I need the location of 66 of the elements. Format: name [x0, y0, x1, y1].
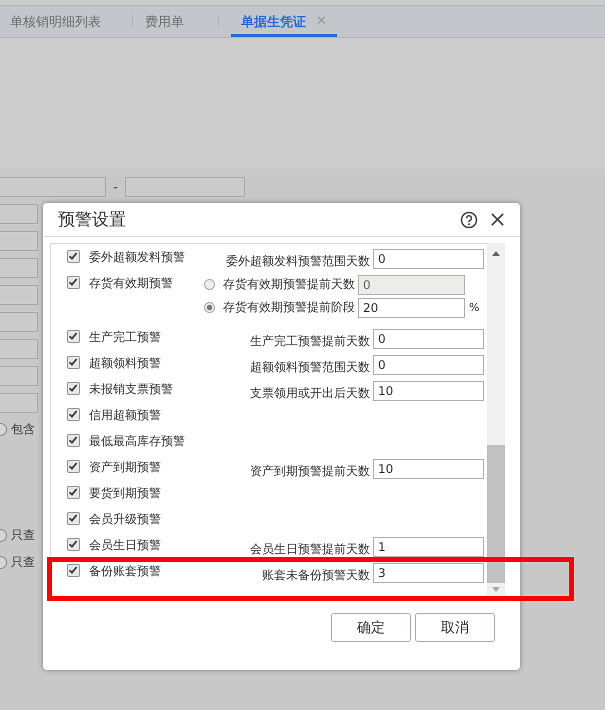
input-field[interactable]	[0, 231, 38, 251]
input-field[interactable]	[0, 258, 38, 278]
checkbox-label: 资产到期预警	[89, 459, 161, 476]
input-field[interactable]: 3	[373, 563, 484, 583]
dialog-button[interactable]: 确定	[331, 613, 411, 642]
checkbox-label: 要货到期预警	[89, 485, 161, 502]
input-field[interactable]	[0, 312, 38, 332]
unit-label: %	[469, 301, 480, 314]
field-label: 生产完工预警提前天数	[250, 333, 370, 350]
checkbox[interactable]	[67, 512, 80, 525]
checkbox[interactable]	[67, 460, 80, 473]
checkbox-label: 只查	[11, 554, 35, 571]
checkbox-label: 最低最高库存预警	[89, 433, 185, 450]
checkbox-label: 会员生日预警	[89, 537, 161, 554]
checkbox-label: 生产完工预警	[89, 329, 161, 346]
input-field[interactable]	[0, 285, 38, 305]
field-label: 支票领用或开出后天数	[250, 385, 370, 402]
checkbox-label: 信用超额预警	[89, 407, 161, 424]
checkbox[interactable]	[67, 564, 80, 577]
input-field[interactable]: 20	[358, 298, 465, 318]
range-separator: -	[112, 180, 119, 194]
input-field[interactable]: 0	[373, 355, 484, 375]
input-field[interactable]	[125, 177, 245, 197]
field-label: 委外超额发料预警范围天数	[226, 253, 370, 270]
input-field[interactable]: 0	[373, 329, 484, 349]
checkbox[interactable]	[67, 356, 80, 369]
checkbox-label: 未报销支票预警	[89, 381, 173, 398]
checkbox[interactable]	[67, 330, 80, 343]
field-label: 资产到期预警提前天数	[250, 463, 370, 480]
input-field[interactable]	[0, 339, 38, 359]
help-icon[interactable]	[460, 210, 478, 228]
checkbox-label: 超额领料预警	[89, 355, 161, 372]
radio-button[interactable]	[204, 279, 215, 290]
input-field[interactable]: 10	[373, 381, 484, 401]
input-field[interactable]	[0, 204, 38, 224]
radio-label: 存货有效期预警提前天数	[223, 276, 355, 293]
dialog-button[interactable]: 取消	[415, 613, 495, 642]
checkbox[interactable]	[67, 434, 80, 447]
input-field[interactable]: 10	[373, 459, 484, 479]
checkbox[interactable]	[67, 276, 80, 289]
checkbox[interactable]	[67, 250, 80, 263]
scrollbar[interactable]	[487, 243, 505, 598]
field-label: 账套未备份预警天数	[262, 567, 370, 584]
checkbox-label: 会员升级预警	[89, 511, 161, 528]
input-field[interactable]: 1	[373, 537, 484, 557]
field-label: 超额领料预警范围天数	[250, 359, 370, 376]
checkbox-label: 存货有效期预警	[89, 275, 173, 292]
input-field[interactable]	[0, 393, 38, 413]
checkbox[interactable]	[67, 382, 80, 395]
radio-button[interactable]	[204, 302, 215, 313]
input-field[interactable]	[0, 366, 38, 386]
field-label: 会员生日预警提前天数	[250, 541, 370, 558]
checkbox[interactable]	[67, 486, 80, 499]
close-icon[interactable]	[490, 212, 505, 227]
checkbox[interactable]	[67, 408, 80, 421]
checkbox[interactable]	[67, 538, 80, 551]
checkbox-label: 备份账套预警	[89, 563, 161, 580]
input-field[interactable]	[0, 177, 106, 197]
input-field[interactable]: 0	[358, 274, 465, 294]
input-field[interactable]: 0	[373, 249, 484, 269]
dialog-title: 预警设置	[58, 209, 127, 231]
scroll-up-icon[interactable]	[492, 251, 500, 256]
radio-label: 存货有效期预警提前阶段	[223, 299, 355, 316]
checkbox-label: 包含	[11, 421, 35, 438]
checkbox-label: 只查	[11, 527, 35, 544]
checkbox-label: 委外超额发料预警	[89, 249, 185, 266]
